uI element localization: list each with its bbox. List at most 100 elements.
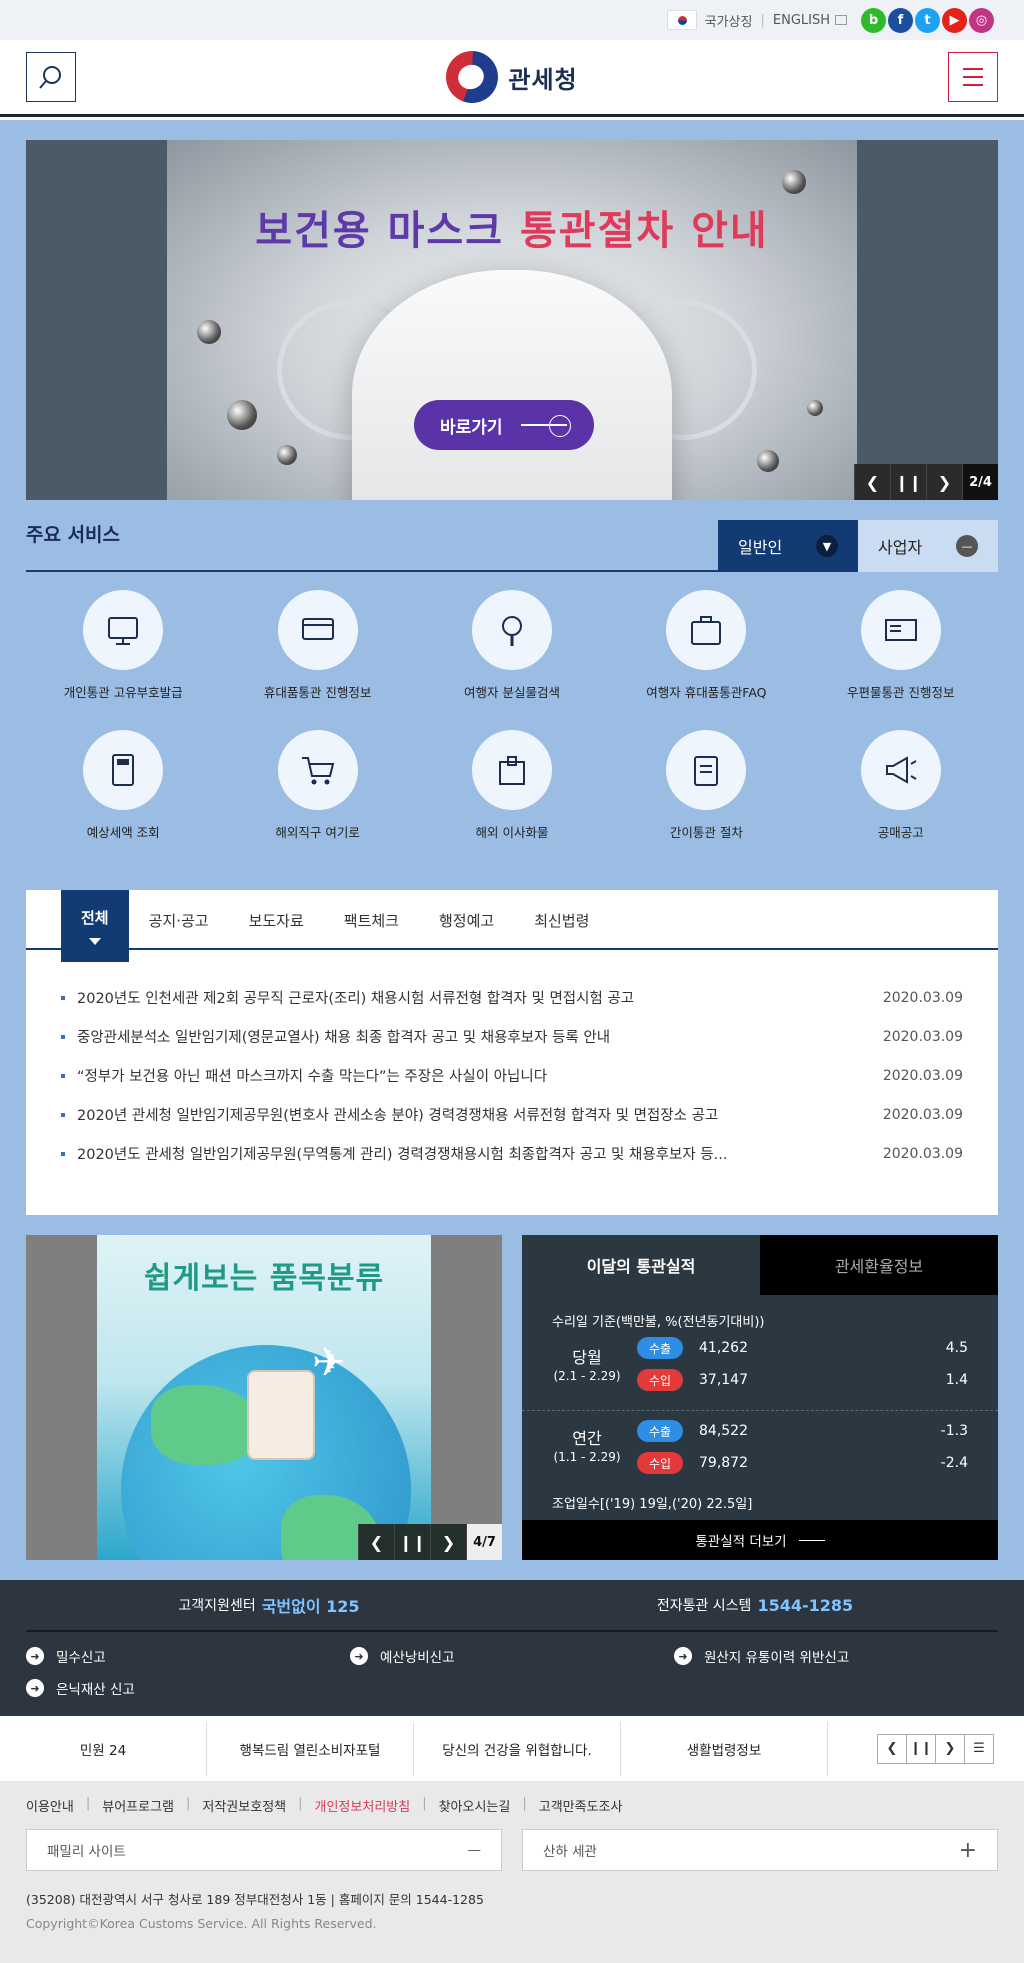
tab-general[interactable]: 일반인 ▼	[718, 520, 858, 572]
hero-go-label: 바로가기	[440, 417, 503, 438]
hamburger-menu-icon	[963, 68, 983, 86]
subsidiary-customs-select[interactable]: 산하 세관 +	[522, 1829, 998, 1871]
service-item-label: 휴대품통관 진행정보	[263, 685, 372, 700]
related-site-link[interactable]: 생활법령정보	[621, 1721, 828, 1776]
report-link[interactable]: ➜ 원산지 유통이력 위반신고	[674, 1646, 998, 1666]
monthly-export-row: 수출 41,262 4.5	[637, 1336, 968, 1360]
report-link[interactable]: ➜ 은닉재산 신고	[26, 1678, 350, 1698]
prev-icon[interactable]: ❮	[854, 464, 890, 500]
service-item[interactable]: 휴대품통관 진행정보	[220, 590, 414, 700]
policy-link[interactable]: 저작권보호정책	[202, 1796, 286, 1815]
import-badge: 수입	[637, 1369, 683, 1391]
service-item[interactable]: 공매공고	[804, 730, 998, 840]
national-symbol-link[interactable]: 국가상징	[666, 10, 752, 30]
notice-tab[interactable]: 팩트체크	[324, 890, 419, 950]
prev-icon[interactable]: ❮	[877, 1733, 907, 1764]
service-item[interactable]: 여행자 분실물검색	[415, 590, 609, 700]
tab-exchange-rate[interactable]: 관세환율정보	[760, 1235, 998, 1295]
related-site-link[interactable]: 민원 24	[0, 1721, 207, 1776]
tab-monthly-results[interactable]: 이달의 통관실적	[522, 1235, 760, 1295]
youtube-icon[interactable]: ▶	[942, 7, 967, 33]
notice-date: 2020.03.09	[882, 1067, 963, 1084]
pause-icon[interactable]: ❙❙	[890, 464, 926, 500]
policy-link[interactable]: 이용안내	[26, 1796, 74, 1815]
service-item[interactable]: 해외 이사화물	[415, 730, 609, 840]
stats-more-button[interactable]: 통관실적 더보기	[522, 1520, 998, 1560]
menu-button[interactable]	[948, 52, 998, 102]
next-icon[interactable]: ❯	[926, 464, 962, 500]
pause-icon[interactable]: ❙❙	[394, 1524, 430, 1560]
policy-link[interactable]: 개인정보처리방침	[315, 1796, 411, 1815]
notice-row[interactable]: 2020년 관세청 일반임기제공무원(변호사 관세소송 분야) 경력경쟁채용 서…	[61, 1095, 963, 1134]
related-site-link[interactable]: 당신의 건강을 위협합니다.	[414, 1721, 621, 1776]
plus-icon: +	[958, 1837, 977, 1863]
family-site-label: 패밀리 사이트	[47, 1844, 126, 1860]
monthly-range: (2.1 - 2.29)	[553, 1369, 621, 1383]
services-title: 주요 서비스	[26, 524, 121, 546]
export-badge: 수출	[637, 1337, 683, 1359]
prev-icon[interactable]: ❮	[358, 1524, 394, 1560]
instagram-icon[interactable]: ◎	[969, 7, 994, 33]
notice-tab-label: 최신법령	[534, 911, 590, 930]
twitter-icon[interactable]: t	[915, 7, 940, 33]
card-hand-icon	[277, 590, 358, 670]
notice-tab[interactable]: 공지·공고	[129, 890, 229, 950]
notice-tab[interactable]: 전체	[61, 890, 129, 962]
report-link[interactable]: ➜ 밀수신고	[26, 1646, 350, 1666]
customs-stats-panel: 이달의 통관실적 관세환율정보 수리일 기준(백만불, %(전년동기대비)) 당…	[522, 1235, 998, 1560]
notice-title[interactable]: 중앙관세분석소 일반임기제(영문교열사) 채용 최종 합격자 공고 및 채용후보…	[61, 1026, 610, 1047]
annual-export-row: 수출 84,522 -1.3	[637, 1419, 968, 1443]
hero-slide-image[interactable]: 보건용 마스크 통관절차 안내 바로가기	[167, 140, 857, 500]
policy-link[interactable]: 찾아오시는길	[439, 1796, 511, 1815]
import-badge: 수입	[637, 1452, 683, 1474]
family-site-select[interactable]: 패밀리 사이트 —	[26, 1829, 502, 1871]
service-item[interactable]: 간이통관 절차	[609, 730, 803, 840]
notice-row[interactable]: “정부가 보건용 아닌 패션 마스크까지 수출 막는다”는 주장은 사실이 아닙…	[61, 1056, 963, 1095]
related-site-link[interactable]: 행복드림 열린소비자포털	[207, 1721, 414, 1776]
monthly-export-value: 41,262	[699, 1340, 748, 1356]
service-item[interactable]: 여행자 휴대품통관FAQ	[609, 590, 803, 700]
tab-business[interactable]: 사업자 —	[858, 520, 998, 572]
notice-tab[interactable]: 행정예고	[419, 890, 514, 950]
english-link[interactable]: ENGLISH	[773, 13, 847, 28]
notice-title[interactable]: “정부가 보건용 아닌 패션 마스크까지 수출 막는다”는 주장은 사실이 아닙…	[61, 1065, 547, 1086]
korean-flag-icon	[666, 10, 697, 30]
main-content: 보건용 마스크 통관절차 안내 바로가기 ❮ ❙❙ ❯ 2/4 주요 서비스 일…	[0, 120, 1024, 1580]
notice-title[interactable]: 2020년도 관세청 일반임기제공무원(무역통계 관리) 경력경쟁채용시험 최종…	[61, 1143, 727, 1164]
virus-particle-decoration	[782, 170, 806, 194]
mail-icon	[860, 590, 941, 670]
notice-row[interactable]: 2020년도 관세청 일반임기제공무원(무역통계 관리) 경력경쟁채용시험 최종…	[61, 1134, 963, 1173]
list-icon[interactable]: ☰	[964, 1733, 994, 1764]
service-item[interactable]: 우편물통관 진행정보	[804, 590, 998, 700]
site-logo[interactable]: 관세청	[446, 51, 577, 103]
notice-title[interactable]: 2020년 관세청 일반임기제공무원(변호사 관세소송 분야) 경력경쟁채용 서…	[61, 1104, 718, 1125]
report-link[interactable]: ➜ 예산낭비신고	[350, 1646, 674, 1666]
arrow-right-icon	[520, 415, 571, 437]
notice-row[interactable]: 중앙관세분석소 일반임기제(영문교열사) 채용 최종 합격자 공고 및 채용후보…	[61, 1017, 963, 1056]
policy-link[interactable]: 뷰어프로그램	[102, 1796, 174, 1815]
policy-link[interactable]: 고객만족도조사	[539, 1796, 623, 1815]
promo-counter: 4/7	[466, 1524, 502, 1560]
service-item[interactable]: 해외직구 여기로	[220, 730, 414, 840]
hero-go-button[interactable]: 바로가기	[414, 400, 594, 450]
notice-tab[interactable]: 최신법령	[514, 890, 609, 950]
pause-icon[interactable]: ❙❙	[906, 1733, 936, 1764]
stats-more-label: 통관실적 더보기	[695, 1534, 787, 1550]
service-item[interactable]: 개인통관 고유부호발급	[26, 590, 220, 700]
notice-row[interactable]: 2020년도 인천세관 제2회 공무직 근로자(조리) 채용시험 서류전형 합격…	[61, 978, 963, 1017]
caret-down-icon	[88, 938, 101, 945]
customer-center: 고객지원센터 국번없이 125	[26, 1580, 512, 1630]
search-button[interactable]	[26, 52, 76, 102]
notice-tab[interactable]: 보도자료	[229, 890, 324, 950]
monthly-import-row: 수입 37,147 1.4	[637, 1368, 968, 1392]
notice-title[interactable]: 2020년도 인천세관 제2회 공무직 근로자(조리) 채용시험 서류전형 합격…	[61, 987, 634, 1008]
blog-icon[interactable]: b	[861, 7, 886, 33]
notice-tab-label: 팩트체크	[343, 911, 399, 930]
next-icon[interactable]: ❯	[430, 1524, 466, 1560]
promo-slide-image[interactable]: 쉽게보는 품목분류 ✈	[97, 1235, 431, 1560]
service-item[interactable]: 예상세액 조회	[26, 730, 220, 840]
notice-date: 2020.03.09	[882, 1106, 963, 1123]
notice-date: 2020.03.09	[882, 989, 963, 1006]
next-icon[interactable]: ❯	[935, 1733, 965, 1764]
facebook-icon[interactable]: f	[888, 7, 913, 33]
